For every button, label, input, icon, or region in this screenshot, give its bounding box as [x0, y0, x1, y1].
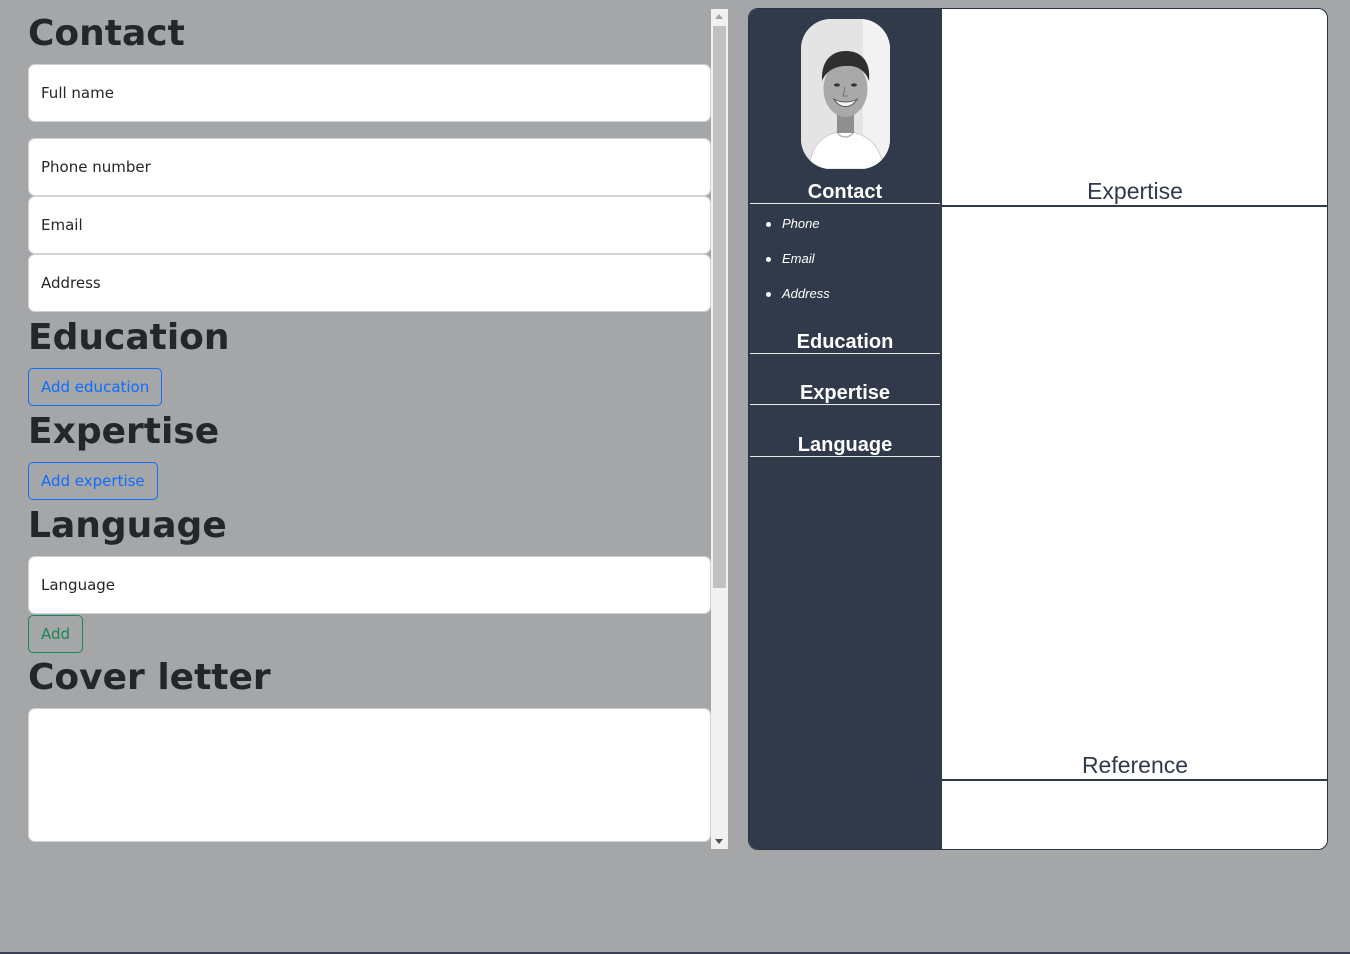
- language-section-title: Language: [28, 505, 227, 546]
- sidebar-expertise-heading: Expertise: [750, 383, 940, 405]
- education-section-title: Education: [28, 317, 230, 358]
- cv-sidebar: Contact Phone Email Address Education Ex…: [749, 9, 942, 849]
- phone-number-input[interactable]: [28, 138, 711, 196]
- email-input[interactable]: [28, 196, 711, 254]
- sidebar-contact-phone: Phone: [763, 216, 830, 251]
- sidebar-contact-address: Address: [763, 286, 830, 321]
- add-expertise-button[interactable]: Add expertise: [28, 462, 158, 500]
- cover-letter-section-title: Cover letter: [28, 657, 271, 698]
- address-input[interactable]: [28, 254, 711, 312]
- sidebar-education-heading: Education: [750, 332, 940, 354]
- triangle-down-icon[interactable]: [715, 839, 723, 844]
- language-input[interactable]: [28, 556, 711, 614]
- main-reference-heading: Reference: [942, 754, 1327, 781]
- cv-preview: Contact Phone Email Address Education Ex…: [748, 8, 1328, 850]
- expertise-section-title: Expertise: [28, 411, 220, 452]
- main-expertise-heading: Expertise: [942, 180, 1327, 207]
- profile-photo: [801, 19, 890, 169]
- editor-scrollbar[interactable]: [711, 9, 728, 849]
- cover-letter-textarea[interactable]: [28, 708, 711, 842]
- sidebar-contact-list: Phone Email Address: [763, 216, 830, 321]
- cv-editor-form: Contact Education Add education Expertis…: [28, 0, 711, 848]
- add-language-button[interactable]: Add: [28, 615, 84, 653]
- contact-section-title: Contact: [28, 13, 185, 54]
- sidebar-language-heading: Language: [750, 435, 940, 457]
- scrollbar-thumb[interactable]: [713, 26, 726, 588]
- profile-photo-image: [801, 19, 890, 169]
- add-education-button[interactable]: Add education: [28, 368, 163, 406]
- triangle-up-icon[interactable]: [715, 14, 723, 19]
- sidebar-contact-email: Email: [763, 251, 830, 286]
- sidebar-contact-heading: Contact: [750, 182, 940, 204]
- full-name-input[interactable]: [28, 64, 711, 122]
